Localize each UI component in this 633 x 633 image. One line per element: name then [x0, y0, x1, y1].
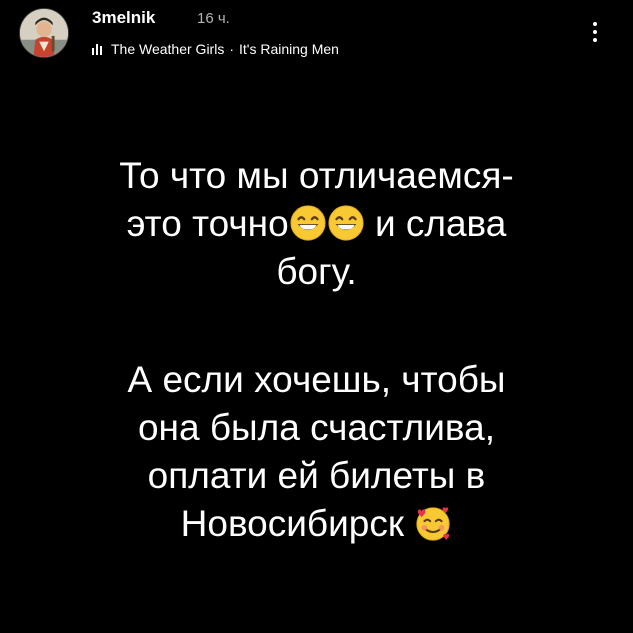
music-bars-icon: [92, 43, 104, 55]
timestamp: 16 ч.: [197, 10, 230, 27]
story-text-paragraph-1: То что мы отличаемся- это точно и слава …: [20, 152, 613, 296]
story-line-text: Новосибирск: [180, 503, 405, 544]
smiling-face-with-hearts-emoji: [414, 504, 452, 542]
story-line: То что мы отличаемся-: [119, 155, 514, 196]
story-line: оплати ей билеты в: [147, 455, 486, 496]
avatar-image: [20, 9, 68, 57]
grinning-face-emoji: [327, 204, 365, 242]
music-artist: The Weather Girls: [111, 41, 225, 57]
more-vertical-icon: [593, 22, 597, 26]
music-separator: ·: [229, 41, 235, 57]
story-line-text: это точно: [126, 203, 289, 244]
music-info[interactable]: The Weather Girls · It's Raining Men: [92, 40, 339, 58]
avatar[interactable]: [19, 8, 69, 58]
music-title: It's Raining Men: [239, 41, 339, 57]
username[interactable]: 3melnik: [92, 8, 155, 28]
story-line: А если хочешь, чтобы: [127, 359, 506, 400]
story-line: она была счастлива,: [137, 407, 496, 448]
story-line-text: и слава: [374, 203, 507, 244]
story-line: богу.: [276, 251, 357, 292]
more-options-button[interactable]: [585, 16, 605, 48]
story-line: Новосибирск: [20, 500, 613, 548]
story-header: 3melnik 16 ч. The Weather Girls · It's R…: [0, 0, 633, 80]
story-line: это точно и слава: [20, 200, 613, 248]
story-text-paragraph-2: А если хочешь, чтобы она была счастлива,…: [20, 356, 613, 548]
grinning-face-emoji: [289, 204, 327, 242]
